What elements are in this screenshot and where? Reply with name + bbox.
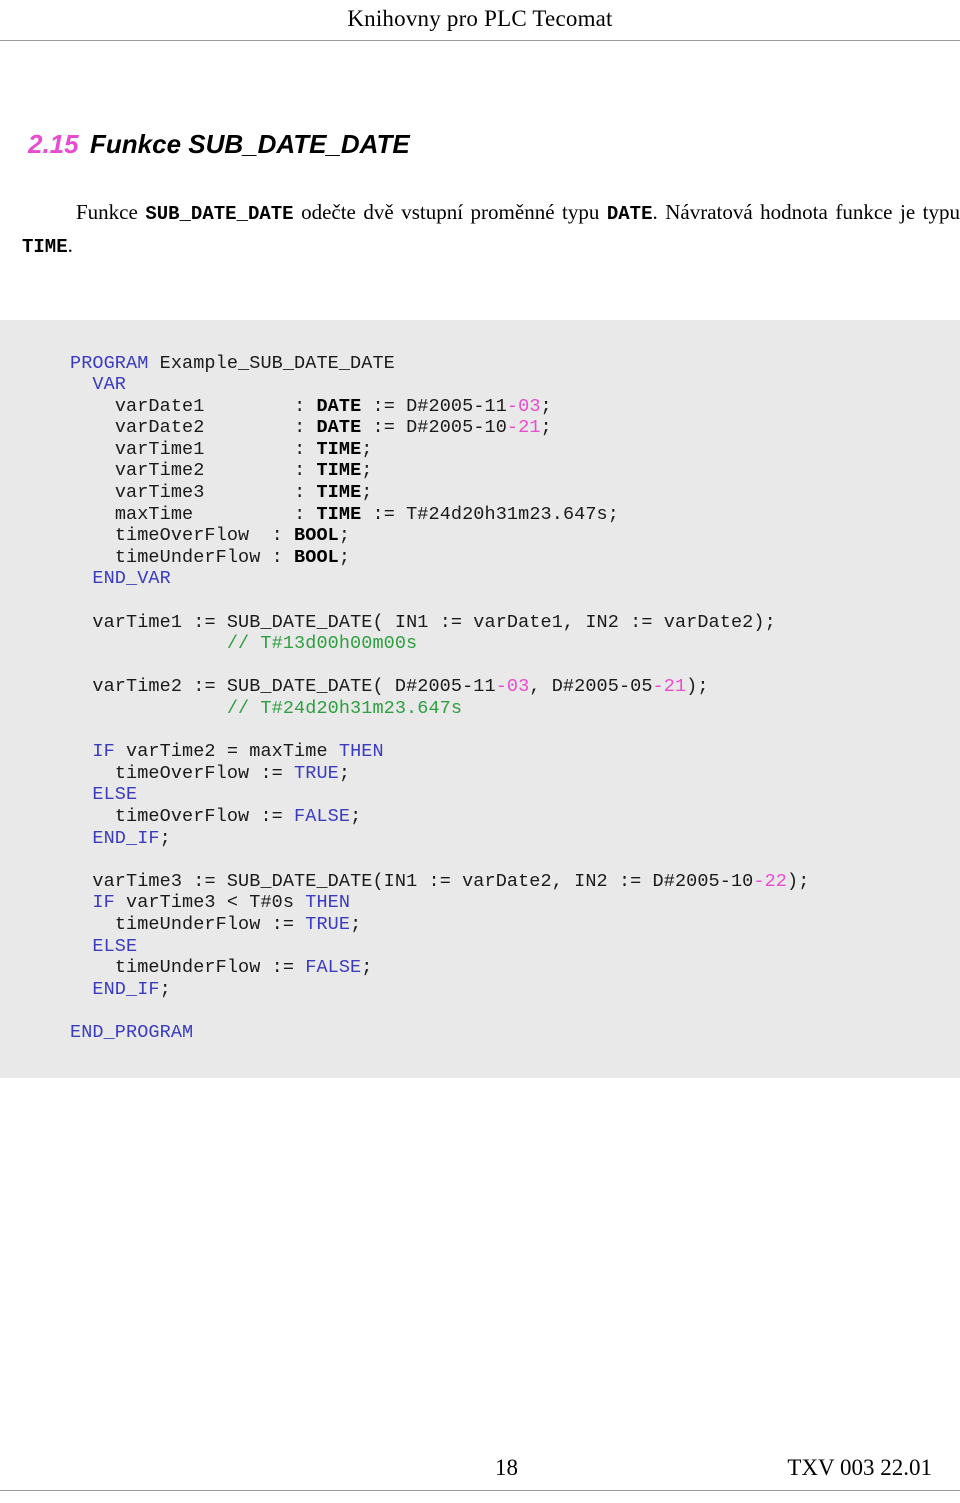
section-title: Funkce SUB_DATE_DATE — [90, 128, 410, 159]
code-line: varTime1 : TIME; — [114, 438, 373, 460]
intro-text-2: odečte dvě vstupní proměnné typu — [293, 200, 607, 224]
code-line: // T#13d00h00m00s — [226, 633, 418, 655]
intro-text-1: Funkce — [76, 200, 146, 224]
footer-divider — [0, 1490, 960, 1491]
header-divider — [0, 40, 960, 41]
code-line: maxTime : TIME := T#24d20h31m23.647s; — [114, 503, 619, 525]
footer-page-number: 18 — [495, 1455, 518, 1480]
intro-code-date: DATE — [606, 203, 653, 225]
running-header-title: Knihovny pro PLC Tecomat — [347, 6, 613, 31]
code-line: timeOverFlow := FALSE; — [114, 805, 362, 827]
code-line: varDate1 : DATE := D#2005-11-03; — [114, 395, 552, 417]
code-line: END_IF; — [92, 978, 171, 1000]
code-line: timeOverFlow : BOOL; — [114, 525, 351, 547]
footer-document-code: TXV 003 22.01 — [787, 1455, 932, 1480]
code-line: IF varTime2 = maxTime THEN — [92, 741, 384, 763]
code-line: VAR — [92, 374, 127, 396]
intro-text-4: . — [67, 233, 73, 257]
code-listing: PROGRAM Example_SUB_DATE_DATE VAR varDat… — [0, 320, 960, 1078]
code-line: ELSE — [92, 784, 138, 806]
page-footer: 18 TXV 003 22.01 — [0, 1452, 960, 1503]
intro-code-time: TIME — [22, 236, 68, 258]
intro-code-sub-date-date: SUB_DATE_DATE — [145, 203, 294, 225]
intro-text-3: . Návratová hodnota funkce je typu — [652, 200, 960, 224]
code-line: END_IF; — [92, 827, 171, 849]
code-line: varTime2 := SUB_DATE_DATE( D#2005-11-03,… — [92, 676, 709, 698]
code-line: varTime3 : TIME; — [114, 482, 373, 504]
code-line: varTime1 := SUB_DATE_DATE( IN1 := varDat… — [92, 611, 776, 633]
intro-paragraph: Funkce SUB_DATE_DATE odečte dvě vstupní … — [22, 197, 960, 263]
code-line: END_PROGRAM — [70, 1021, 194, 1043]
code-line: // T#24d20h31m23.647s — [226, 698, 463, 719]
code-line: timeUnderFlow := TRUE; — [114, 913, 362, 935]
page-header: Knihovny pro PLC Tecomat — [0, 0, 960, 42]
code-line: varDate2 : DATE := D#2005-10-21; — [114, 417, 552, 439]
code-line: timeOverFlow := TRUE; — [114, 762, 351, 784]
page-title: 2.15 Funkce SUB_DATE_DATE — [28, 127, 928, 161]
code-line: varTime3 := SUB_DATE_DATE(IN1 := varDate… — [92, 870, 810, 892]
section-number: 2.15 — [28, 128, 79, 159]
code-line: ELSE — [92, 935, 138, 957]
code-lines: PROGRAM Example_SUB_DATE_DATE VAR varDat… — [0, 353, 960, 1044]
code-line: IF varTime3 < T#0s THEN — [92, 892, 351, 914]
code-line: timeUnderFlow : BOOL; — [114, 546, 351, 568]
code-line: varTime2 : TIME; — [114, 460, 373, 482]
code-line: timeUnderFlow := FALSE; — [114, 957, 373, 979]
code-line: END_VAR — [92, 568, 171, 590]
code-line: PROGRAM Example_SUB_DATE_DATE — [70, 352, 395, 374]
